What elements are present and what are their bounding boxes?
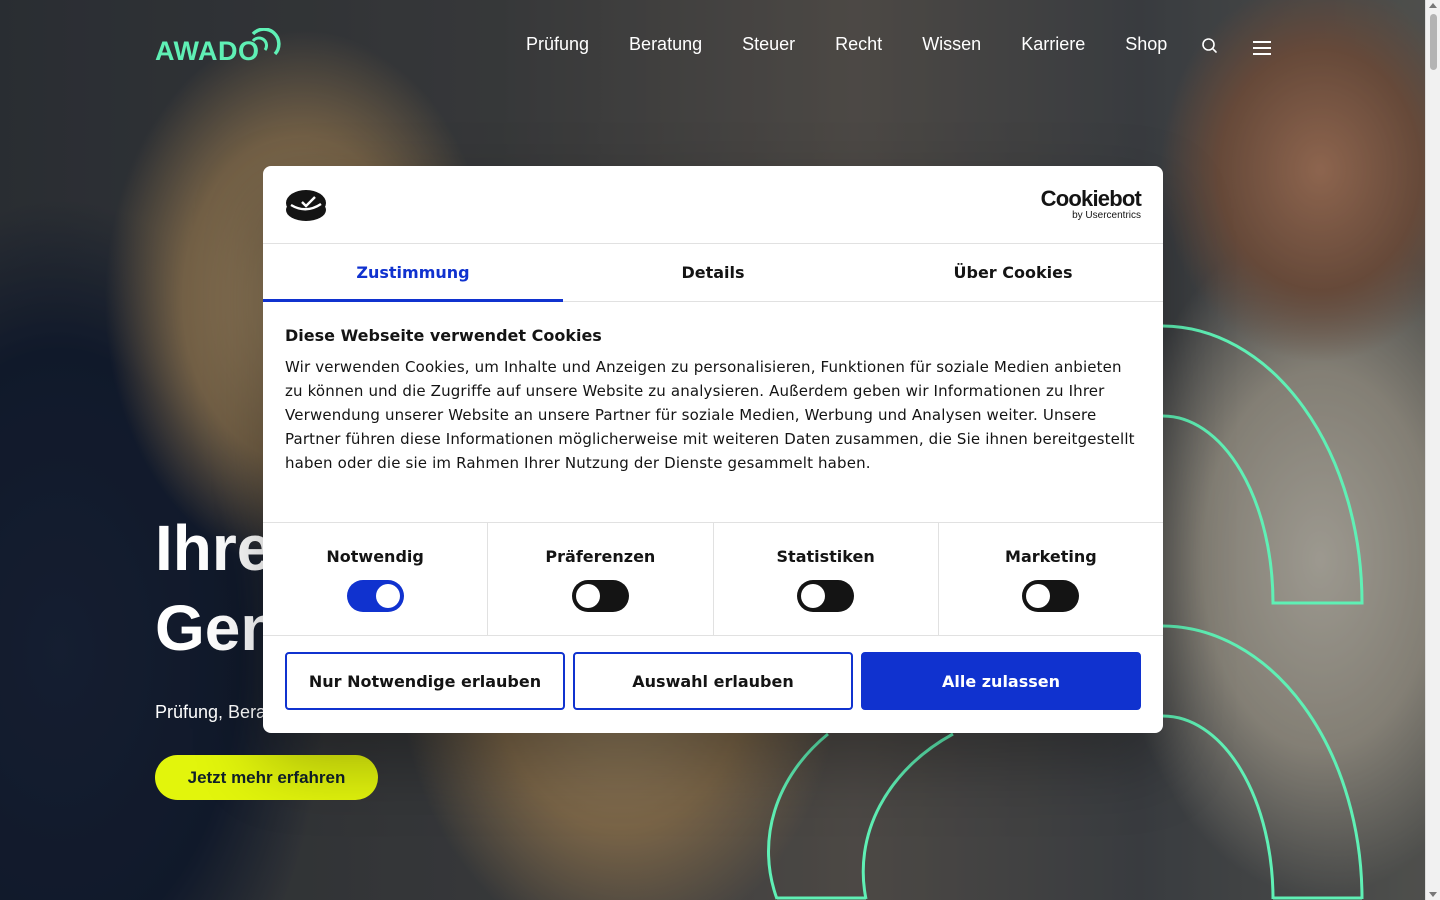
nav-karriere[interactable]: Karriere	[1021, 34, 1085, 55]
allow-necessary-button[interactable]: Nur Notwendige erlauben	[285, 652, 565, 710]
toggle-marketing[interactable]	[1022, 580, 1080, 612]
cookie-dialog-header: Cookiebot by Usercentrics	[263, 166, 1163, 244]
toggle-group-praeferenzen: Präferenzen	[488, 523, 714, 635]
toggle-statistiken[interactable]	[797, 580, 855, 612]
allow-all-button[interactable]: Alle zulassen	[861, 652, 1141, 710]
cookie-toggles: Notwendig Präferenzen Statistiken Market…	[263, 523, 1163, 636]
cookiebot-logo[interactable]: Cookiebot by Usercentrics	[1040, 186, 1142, 222]
cookiebot-by: by Usercentrics	[1072, 210, 1141, 221]
tab-details[interactable]: Details	[563, 244, 863, 301]
toggle-label-statistiken: Statistiken	[776, 547, 875, 566]
tab-ueber-cookies[interactable]: Über Cookies	[863, 244, 1163, 301]
search-icon[interactable]	[1200, 36, 1220, 56]
logo-text: AWADO	[155, 36, 260, 66]
toggle-knob	[801, 584, 826, 608]
hero-subtitle: Prüfung, Bera	[155, 702, 267, 722]
toggle-label-notwendig: Notwendig	[326, 547, 424, 566]
cookie-tabs: Zustimmung Details Über Cookies	[263, 244, 1163, 302]
toggle-knob	[1026, 584, 1051, 608]
cookie-icon	[286, 190, 326, 221]
toggle-group-marketing: Marketing	[939, 523, 1163, 635]
scroll-thumb[interactable]	[1430, 14, 1437, 70]
toggle-knob	[375, 584, 400, 608]
menu-icon[interactable]	[1252, 40, 1272, 56]
awado-logo[interactable]: AWADO	[155, 28, 281, 68]
toggle-praeferenzen[interactable]	[571, 580, 629, 612]
allow-selection-button[interactable]: Auswahl erlauben	[573, 652, 853, 710]
nav-pruefung[interactable]: Prüfung	[526, 34, 589, 55]
page-scrollbar[interactable]	[1425, 0, 1440, 900]
toggle-label-praeferenzen: Präferenzen	[545, 547, 656, 566]
toggle-label-marketing: Marketing	[1005, 547, 1097, 566]
cookie-title: Diese Webseite verwendet Cookies	[285, 326, 602, 345]
tab-zustimmung[interactable]: Zustimmung	[263, 244, 563, 302]
toggle-group-notwendig: Notwendig	[263, 523, 489, 635]
toggle-knob	[575, 584, 600, 608]
cookie-text: Wir verwenden Cookies, um Inhalte und An…	[285, 358, 1135, 472]
scroll-down-icon[interactable]	[1429, 892, 1437, 897]
cookie-buttons: Nur Notwendige erlauben Auswahl erlauben…	[263, 636, 1163, 726]
toggle-group-statistiken: Statistiken	[714, 523, 939, 635]
nav-shop[interactable]: Shop	[1125, 34, 1167, 55]
logo-arc-icon	[251, 28, 281, 56]
nav-wissen[interactable]: Wissen	[922, 34, 981, 55]
cookie-dialog: Cookiebot by Usercentrics Zustimmung Det…	[263, 166, 1163, 733]
nav-recht[interactable]: Recht	[835, 34, 882, 55]
toggle-notwendig[interactable]	[346, 580, 404, 612]
cookie-body: Diese Webseite verwendet Cookies Wir ver…	[263, 302, 1163, 523]
scroll-up-icon[interactable]	[1429, 3, 1437, 8]
cookiebot-name: Cookiebot	[1040, 186, 1142, 211]
nav-beratung[interactable]: Beratung	[629, 34, 702, 55]
hero-cta-button[interactable]: Jetzt mehr erfahren	[155, 755, 378, 800]
main-nav: Prüfung Beratung Steuer Recht Wissen Kar…	[526, 34, 1207, 55]
nav-steuer[interactable]: Steuer	[742, 34, 795, 55]
